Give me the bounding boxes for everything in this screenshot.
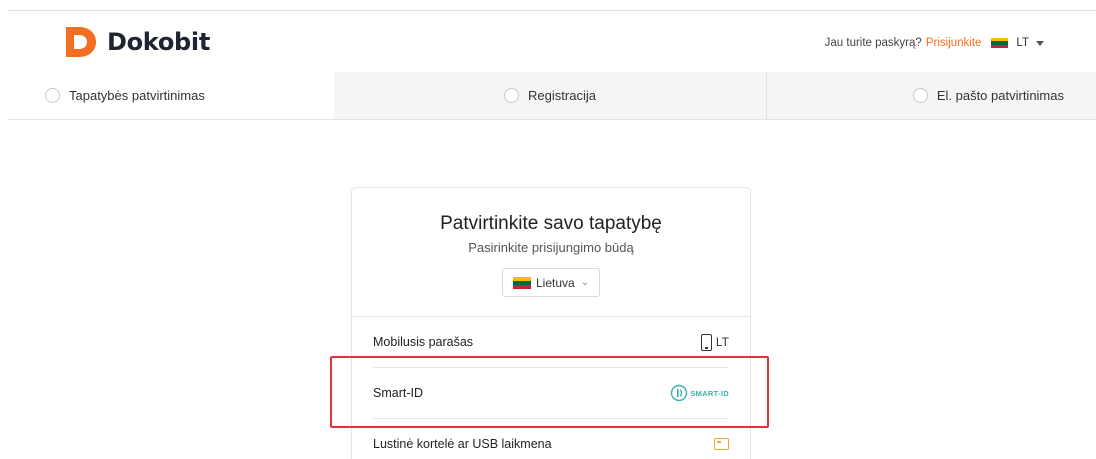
method-label: Mobilusis parašas <box>373 335 474 349</box>
method-smart-id[interactable]: Smart-ID SMART-ID <box>373 368 729 418</box>
smart-id-badge-text: SMART-ID <box>690 388 729 398</box>
step-label: Registracija <box>528 88 596 103</box>
method-smart-card-usb[interactable]: Lustinė kortelė ar USB laikmena <box>373 419 729 459</box>
chevron-down-icon: ⌄ <box>580 277 590 288</box>
card-title: Patvirtinkite savo tapatybę <box>440 213 662 234</box>
method-mobile-signature[interactable]: Mobilusis parašas LT <box>373 317 729 367</box>
lithuania-flag-icon <box>513 276 531 289</box>
login-link[interactable]: Prisijunkite <box>926 37 982 49</box>
method-badge: LT <box>700 333 729 351</box>
step-email-verification: El. pašto patvirtinimas <box>766 72 1096 119</box>
caret-down-icon[interactable] <box>1036 40 1044 46</box>
country-select[interactable]: Lietuva ⌄ <box>502 268 600 297</box>
brand-logo[interactable]: Dokobit <box>64 25 210 59</box>
progress-steps: Tapatybės patvirtinimas Registracija El.… <box>8 72 1096 120</box>
method-label: Lustinė kortelė ar USB laikmena <box>373 437 552 451</box>
step-label: El. pašto patvirtinimas <box>936 88 1064 103</box>
header: Dokobit Jau turite paskyrą? Prisijunkite… <box>0 11 1096 72</box>
dokobit-logo-icon <box>64 25 98 59</box>
account-prompt: Jau turite paskyrą? <box>824 37 922 49</box>
method-label: Smart-ID <box>373 386 423 400</box>
mobile-phone-icon <box>700 333 712 351</box>
card-subtitle: Pasirinkite prisijungimo būdą <box>468 240 634 255</box>
step-label: Tapatybės patvirtinimas <box>69 88 205 103</box>
identity-card: Patvirtinkite savo tapatybę Pasirinkite … <box>351 187 751 459</box>
smart-card-icon <box>714 438 729 450</box>
step-identity-verification: Tapatybės patvirtinimas <box>8 72 334 119</box>
lithuania-flag-icon <box>991 37 1009 49</box>
radio-circle-icon <box>45 88 60 103</box>
radio-circle-icon <box>504 88 520 103</box>
brand-name: Dokobit <box>107 28 210 56</box>
country-select-value: Lietuva <box>536 275 575 290</box>
smart-id-logo-icon: SMART-ID <box>670 384 729 402</box>
step-registration: Registracija <box>334 72 766 119</box>
method-badge-text: LT <box>715 335 729 349</box>
radio-circle-icon <box>912 88 928 103</box>
account-area: Jau turite paskyrą? Prisijunkite LT <box>825 37 1044 49</box>
language-selector[interactable]: LT <box>1016 37 1029 49</box>
